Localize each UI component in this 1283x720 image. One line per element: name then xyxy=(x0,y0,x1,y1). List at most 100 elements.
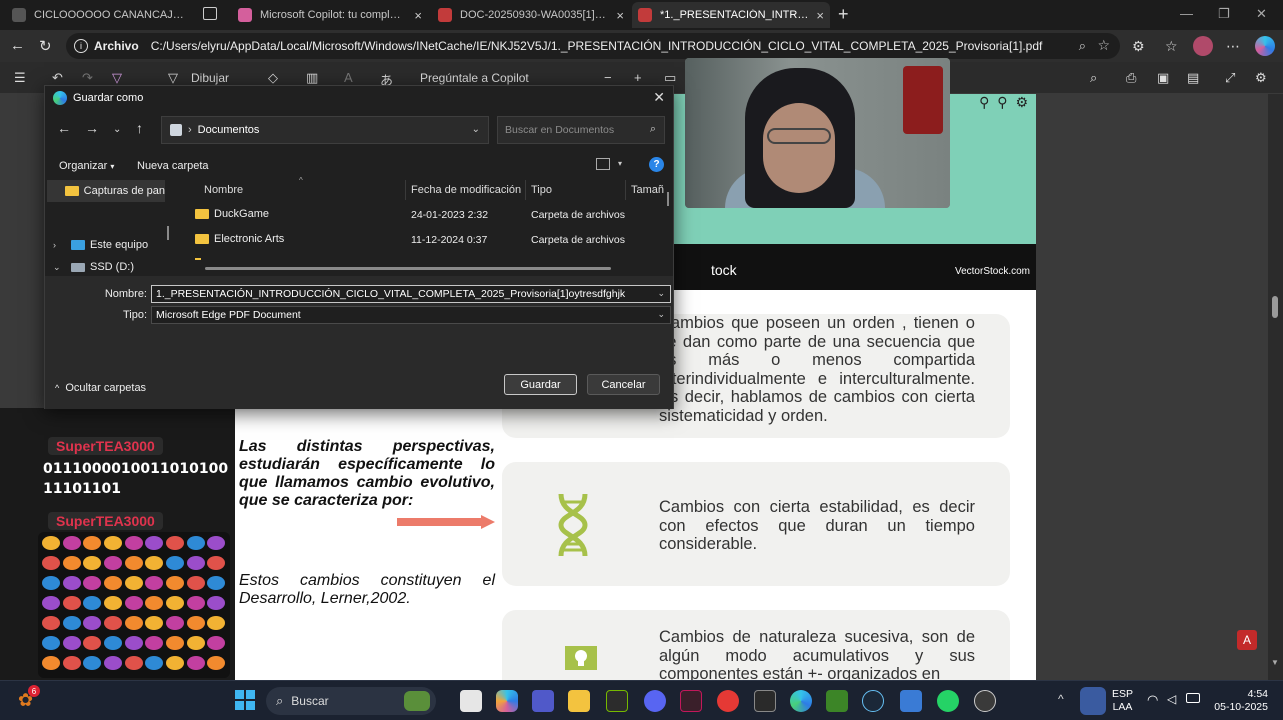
favorites-icon[interactable]: ☆ xyxy=(1165,38,1178,55)
draw-button[interactable]: Dibujar xyxy=(191,71,229,85)
breadcrumb-dropdown-icon[interactable]: ⌄ xyxy=(472,124,480,135)
pdf-scrollbar[interactable]: ▼ xyxy=(1268,94,1283,680)
refresh-icon[interactable]: ↻ xyxy=(39,37,52,55)
info-icon[interactable]: i xyxy=(74,39,88,53)
scroll-down-icon[interactable]: ▼ xyxy=(1271,658,1279,667)
file-list-hscrollbar[interactable] xyxy=(205,267,611,270)
zoom-in-icon[interactable]: + xyxy=(634,70,642,85)
tab-presentacion-pdf[interactable]: *1._PRESENTACIÓN_INTRODUCCIÓN × xyxy=(632,2,830,28)
new-tab-icon[interactable]: + xyxy=(838,4,849,25)
close-tab-icon[interactable]: × xyxy=(816,8,824,23)
battery-icon[interactable] xyxy=(1186,693,1200,703)
epic-games-icon[interactable] xyxy=(754,690,776,712)
fullscreen-icon[interactable]: ⤢ xyxy=(1225,70,1235,86)
zoom-out-icon[interactable]: − xyxy=(604,70,612,85)
print-icon[interactable]: ⎙ xyxy=(1126,70,1136,86)
clock[interactable]: 4:54 05-10-2025 xyxy=(1212,688,1268,714)
chevron-right-icon[interactable]: › xyxy=(53,240,65,250)
chevron-down-icon[interactable]: ⌄ xyxy=(657,309,665,320)
save-as-icon[interactable]: ▤ xyxy=(1187,70,1199,86)
media-player-icon[interactable] xyxy=(717,690,739,712)
acrobat-icon[interactable]: A xyxy=(1237,630,1257,650)
undo-icon[interactable]: ↶ xyxy=(52,70,63,86)
taskbar-search[interactable]: ⌕ Buscar xyxy=(266,687,436,715)
contents-icon[interactable]: ☰ xyxy=(14,70,26,86)
dialog-up-icon[interactable]: ↑ xyxy=(136,120,143,136)
new-folder-button[interactable]: Nueva carpeta xyxy=(137,160,209,172)
minecraft-icon[interactable] xyxy=(826,690,848,712)
back-icon[interactable]: ← xyxy=(10,37,25,54)
address-bar[interactable]: i Archivo C:/Users/elyru/AppData/Local/M… xyxy=(66,33,1120,59)
redo-icon[interactable]: ↷ xyxy=(82,70,93,86)
tab-copilot[interactable]: Microsoft Copilot: tu complemento × xyxy=(232,2,428,28)
nav-item-este-equipo[interactable]: › Este equipo xyxy=(47,234,165,256)
highlight-icon[interactable]: ▽ xyxy=(112,70,122,86)
breadcrumb-documents[interactable]: Documentos xyxy=(198,124,260,136)
tab-doc-pdf[interactable]: DOC-20250930-WA0035[1].pdf × xyxy=(432,2,630,28)
file-row[interactable]: Electronic Arts 11-12-2024 0:37 Carpeta … xyxy=(175,229,665,251)
column-separator[interactable] xyxy=(625,180,626,200)
read-aloud-icon[interactable]: A xyxy=(344,70,353,85)
minimize-icon[interactable]: — xyxy=(1180,6,1193,21)
column-separator[interactable] xyxy=(525,180,526,200)
close-tab-icon[interactable]: × xyxy=(414,8,422,23)
obs-icon[interactable] xyxy=(974,690,996,712)
file-type-select[interactable]: Microsoft Edge PDF Document ⌄ xyxy=(151,306,671,324)
notepad-icon[interactable] xyxy=(900,690,922,712)
dialog-search-input[interactable]: Buscar en Documentos ⌕ xyxy=(497,116,665,144)
file-list-vscrollbar[interactable] xyxy=(667,192,669,206)
zoom-icon[interactable]: ⌕ xyxy=(1079,38,1086,54)
tab-cicloooooo[interactable]: CICLOOOOOO CANANCAJSDNA xyxy=(6,2,194,28)
start-icon[interactable] xyxy=(235,690,255,710)
column-size[interactable]: Tamañ xyxy=(631,184,664,196)
save-button[interactable]: Guardar xyxy=(504,374,577,395)
scrollbar-thumb[interactable] xyxy=(1272,296,1278,318)
chevron-down-icon[interactable]: ⌄ xyxy=(657,288,665,299)
nav-item-capturas[interactable]: Capturas de pan xyxy=(47,180,165,202)
wifi-icon[interactable]: ◠ xyxy=(1147,692,1158,708)
recent-locations-icon[interactable]: ⌄ xyxy=(113,124,121,135)
favorite-star-icon[interactable]: ☆ xyxy=(1097,37,1110,54)
ask-copilot-button[interactable]: Pregúntale a Copilot xyxy=(420,71,529,85)
edge-taskbar-icon[interactable] xyxy=(790,690,812,712)
nvidia-icon[interactable] xyxy=(606,690,628,712)
file-name-input[interactable]: 1._PRESENTACIÓN_INTRODUCCIÓN_CICLO_VITAL… xyxy=(151,285,671,303)
close-window-icon[interactable]: ✕ xyxy=(1256,6,1267,22)
column-separator[interactable] xyxy=(405,180,406,200)
teams-icon[interactable] xyxy=(532,690,554,712)
extensions-icon[interactable]: ⚙ xyxy=(1132,38,1145,55)
eraser-icon[interactable]: ◇ xyxy=(268,70,278,86)
cancel-button[interactable]: Cancelar xyxy=(587,374,660,395)
tray-overflow-icon[interactable]: ^ xyxy=(1058,692,1064,706)
vegas-icon[interactable] xyxy=(680,690,702,712)
file-row[interactable]: DuckGame 24-01-2023 2:32 Carpeta de arch… xyxy=(175,204,665,226)
column-modified[interactable]: Fecha de modificación xyxy=(411,184,521,196)
search-icon[interactable]: ⌕ xyxy=(1090,70,1097,86)
column-type[interactable]: Tipo xyxy=(531,184,552,196)
organize-button[interactable]: Organizar ▾ xyxy=(59,160,114,172)
whatsapp-icon[interactable] xyxy=(937,690,959,712)
text-icon[interactable]: ▥ xyxy=(306,70,318,86)
nav-item-ssd[interactable]: ⌄ SSD (D:) xyxy=(47,260,165,274)
hide-folders-button[interactable]: ^ Ocultar carpetas xyxy=(55,382,146,394)
nav-pane-scrollbar[interactable] xyxy=(167,226,169,240)
copilot-icon[interactable] xyxy=(1255,36,1275,56)
close-tab-icon[interactable]: × xyxy=(616,8,624,23)
file-explorer-icon[interactable] xyxy=(568,690,590,712)
discord-icon[interactable] xyxy=(644,690,666,712)
steam-icon[interactable] xyxy=(862,690,884,712)
fit-page-icon[interactable]: ▭ xyxy=(664,70,676,86)
chevron-down-icon[interactable]: ⌄ xyxy=(53,262,65,273)
task-view-icon[interactable] xyxy=(460,690,482,712)
draw-icon[interactable]: ▽ xyxy=(168,70,178,86)
copilot-taskbar-icon[interactable] xyxy=(496,690,518,712)
help-icon[interactable]: ? xyxy=(649,157,664,172)
more-menu-icon[interactable]: ⋯ xyxy=(1226,38,1240,55)
tab-actions-icon[interactable] xyxy=(203,7,217,20)
profile-avatar[interactable] xyxy=(1193,36,1213,56)
settings-icon[interactable]: ⚙ xyxy=(1255,70,1267,86)
view-dropdown-icon[interactable]: ▾ xyxy=(618,159,622,168)
save-icon[interactable]: ▣ xyxy=(1157,70,1169,86)
maximize-icon[interactable]: ❐ xyxy=(1218,6,1230,22)
dialog-back-icon[interactable]: ← xyxy=(57,120,71,136)
